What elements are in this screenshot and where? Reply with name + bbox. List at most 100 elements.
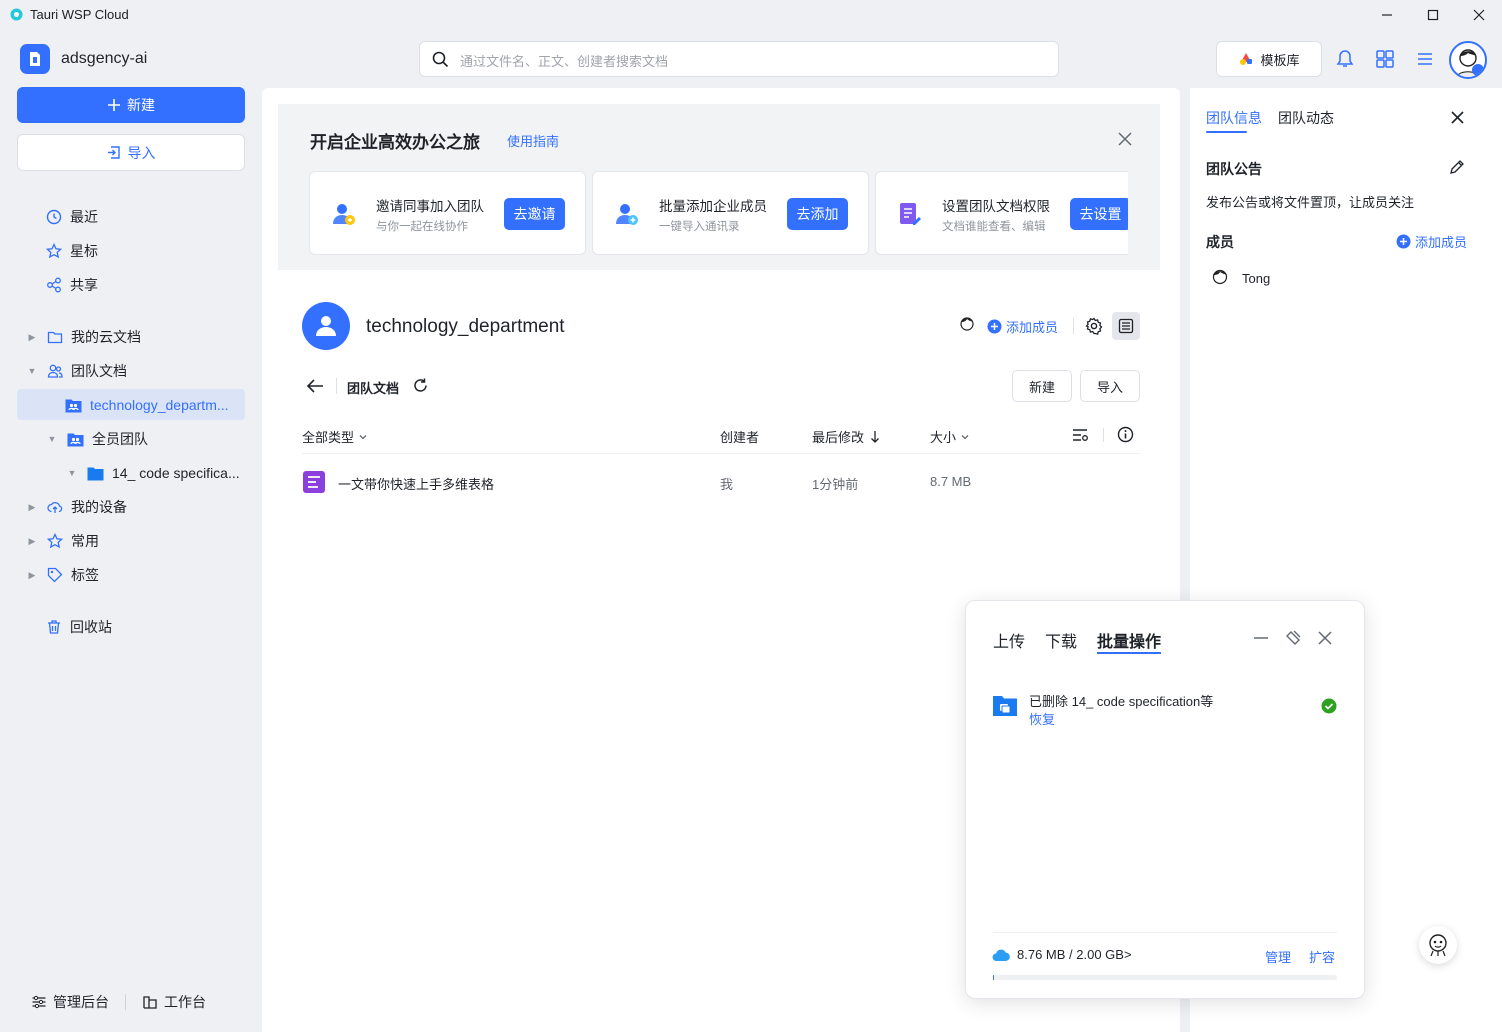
caret-down-icon[interactable]: ▼	[25, 364, 39, 378]
folder-restore-icon	[992, 693, 1018, 717]
folder-icon	[87, 467, 104, 480]
menu-icon[interactable]	[1413, 47, 1437, 71]
assistant-bot-icon[interactable]	[1419, 926, 1457, 964]
transfer-popup	[965, 600, 1365, 999]
caret-right-icon[interactable]: ▶	[25, 534, 39, 548]
close-window-button[interactable]	[1456, 0, 1502, 30]
member-avatar	[1208, 266, 1232, 290]
modified-header[interactable]: 最后修改	[812, 427, 880, 446]
column-settings-icon[interactable]	[1072, 427, 1089, 443]
sort-down-icon	[871, 431, 879, 443]
minimize-button[interactable]	[1364, 0, 1410, 30]
sidebar-item-all-team[interactable]: ▼ 全员团队	[45, 424, 148, 454]
caret-right-icon[interactable]: ▶	[25, 330, 39, 344]
invite-card[interactable]: 邀请同事加入团队 与你一起在线协作 去邀请	[309, 171, 586, 255]
caret-right-icon[interactable]: ▶	[25, 500, 39, 514]
bulk-add-card[interactable]: 批量添加企业成员 一键导入通讯录 去添加	[592, 171, 869, 255]
sidebar-item-shared[interactable]: 共享	[46, 270, 98, 300]
close-popup-icon[interactable]	[1318, 631, 1332, 645]
sidebar-item-code-spec[interactable]: ▼ 14_ code specifica...	[65, 458, 240, 488]
new-doc-button[interactable]: 新建	[1012, 370, 1072, 402]
permissions-card[interactable]: 设置团队文档权限 文档谁能查看、编辑 去设置	[875, 171, 1128, 255]
title-bar: Tauri WSP Cloud	[0, 0, 1502, 30]
caret-right-icon[interactable]: ▶	[25, 568, 39, 582]
bitable-file-icon	[302, 470, 326, 494]
new-button[interactable]: 新建	[17, 87, 245, 123]
size-header[interactable]: 大小	[930, 427, 970, 446]
file-name[interactable]: 一文带你快速上手多维表格	[338, 474, 494, 493]
bell-icon[interactable]	[1333, 47, 1357, 71]
sidebar-item-tech-dept[interactable]: technology_departm...	[65, 390, 229, 420]
sidebar-item-team-docs[interactable]: ▼ 团队文档	[25, 356, 127, 386]
cloud-upload-icon	[47, 502, 63, 513]
invite-button[interactable]: 去邀请	[504, 198, 565, 230]
tab-download[interactable]: 下载	[1045, 628, 1077, 652]
batch-item-text: 已删除 14_ code specification等	[1029, 694, 1214, 709]
chevron-down-icon	[359, 434, 367, 439]
table-divider	[302, 453, 1140, 454]
info-icon[interactable]	[1117, 426, 1134, 443]
type-filter[interactable]: 全部类型	[302, 427, 368, 446]
active-tab-indicator	[1097, 652, 1161, 654]
window-title: Tauri WSP Cloud	[30, 7, 129, 22]
caret-down-icon[interactable]: ▼	[65, 466, 79, 480]
guide-link[interactable]: 使用指南	[507, 131, 559, 150]
caret-down-icon[interactable]: ▼	[45, 432, 59, 446]
sidebar-item-trash[interactable]: 回收站	[46, 612, 112, 642]
import-icon	[107, 146, 120, 159]
import-doc-button[interactable]: 导入	[1080, 370, 1140, 402]
team-folder-icon	[65, 399, 82, 412]
tab-batch-operations[interactable]: 批量操作	[1097, 628, 1161, 652]
search-input[interactable]: 通过文件名、正文、创建者搜索文档	[419, 41, 1059, 77]
import-button[interactable]: 导入	[17, 134, 245, 171]
chevron-down-icon	[961, 434, 969, 439]
storage-usage[interactable]: 8.76 MB / 2.00 GB>	[1017, 947, 1132, 962]
trash-icon	[48, 620, 60, 634]
member-avatar[interactable]	[956, 314, 978, 336]
panel-add-member-button[interactable]: 添加成员	[1396, 232, 1467, 251]
close-panel-icon[interactable]	[1450, 110, 1465, 125]
set-permission-button[interactable]: 去设置	[1070, 198, 1128, 230]
storage-progress-fill	[993, 975, 994, 980]
edit-pencil-icon[interactable]	[1449, 159, 1465, 175]
team-logo-icon[interactable]	[20, 44, 50, 74]
bulk-add-button[interactable]: 去添加	[787, 198, 848, 230]
workspace-link[interactable]: 工作台	[142, 992, 206, 1012]
sidebar-item-tags[interactable]: ▶ 标签	[25, 560, 99, 590]
sidebar-item-common[interactable]: ▶ 常用	[25, 526, 99, 556]
member-name: Tong	[1242, 271, 1271, 286]
minimize-popup-icon[interactable]	[1253, 630, 1269, 646]
breadcrumb[interactable]: 团队文档	[347, 378, 399, 397]
expand-link[interactable]: 扩容	[1309, 947, 1335, 966]
back-arrow-icon[interactable]	[306, 378, 324, 394]
close-banner-icon[interactable]	[1117, 131, 1133, 147]
clear-icon[interactable]	[1285, 630, 1301, 646]
restore-link[interactable]: 恢复	[1029, 709, 1055, 728]
sidebar-item-recent[interactable]: 最近	[46, 202, 98, 232]
team-icon	[47, 364, 63, 378]
sidebar-item-my-cloud[interactable]: ▶ 我的云文档	[25, 322, 141, 352]
sidebar-item-starred[interactable]: 星标	[46, 236, 98, 266]
tab-team-info[interactable]: 团队信息	[1206, 108, 1262, 128]
add-member-button[interactable]: 添加成员	[987, 317, 1058, 336]
tab-team-activity[interactable]: 团队动态	[1278, 108, 1334, 128]
tab-upload[interactable]: 上传	[993, 628, 1025, 652]
sliders-icon	[32, 995, 46, 1009]
settings-gear-icon[interactable]	[1085, 317, 1103, 335]
folder-icon	[47, 331, 63, 344]
announcement-title: 团队公告	[1206, 161, 1262, 177]
admin-console-link[interactable]: 管理后台	[31, 992, 109, 1012]
maximize-button[interactable]	[1410, 0, 1456, 30]
user-avatar[interactable]	[1449, 41, 1487, 79]
template-library-button[interactable]: 模板库	[1216, 41, 1322, 77]
list-view-toggle-icon[interactable]	[1112, 312, 1140, 340]
grid-apps-icon[interactable]	[1373, 47, 1397, 71]
divider	[336, 378, 337, 394]
plus-icon	[108, 99, 120, 111]
storage-progress-bar	[993, 975, 1337, 980]
team-name[interactable]: adsgency-ai	[61, 50, 147, 68]
refresh-icon[interactable]	[412, 377, 429, 394]
manage-link[interactable]: 管理	[1265, 947, 1291, 966]
cloud-storage-icon	[992, 948, 1010, 962]
sidebar-item-my-devices[interactable]: ▶ 我的设备	[25, 492, 127, 522]
